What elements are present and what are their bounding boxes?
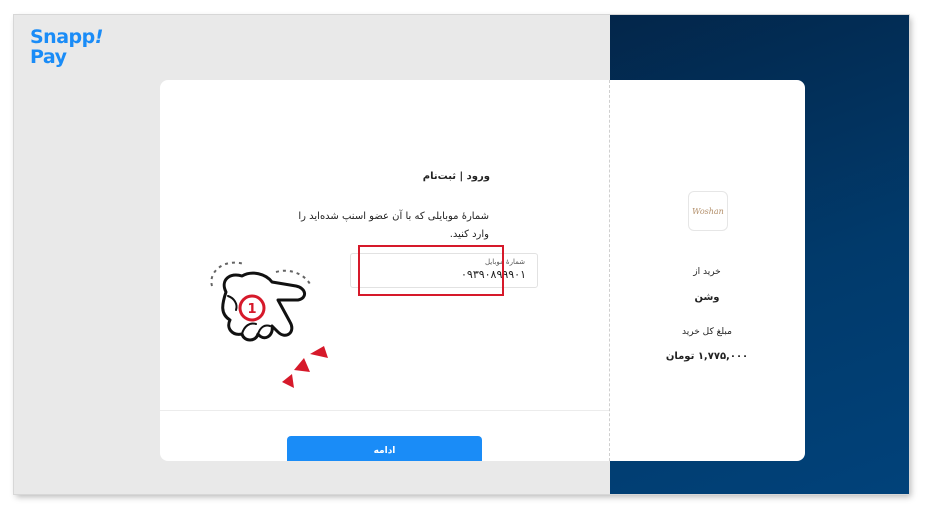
snapp-pay-logo: Snapp! Pay: [30, 27, 103, 67]
click-burst-3: [282, 374, 294, 388]
login-title: ورود | ثبت‌نام: [422, 171, 490, 182]
merchant-name: وشن: [694, 292, 720, 303]
total-amount-label: مبلغ کل خرید: [682, 327, 732, 337]
card-divider-horizontal: [160, 410, 609, 411]
browser-viewport: Snapp! Pay ورود | ثبت‌نام شمارهٔ موبایلی…: [14, 15, 909, 494]
click-burst-2: [310, 346, 328, 358]
logo-mark: !: [94, 26, 104, 48]
pointing-hand-icon: 1: [210, 261, 328, 388]
buy-from-label: خرید از: [693, 267, 721, 277]
merchant-logo: Woshan: [688, 191, 728, 231]
highlight-box: [358, 245, 504, 296]
login-instruction: شمارهٔ موبایلی که با آن عضو اسنپ شده‌اید…: [298, 211, 489, 240]
continue-button[interactable]: ادامه: [287, 436, 482, 461]
total-amount-value: ۱,۷۷۵,۰۰۰ تومان: [665, 351, 749, 362]
logo-line1: Snapp: [30, 26, 95, 48]
click-burst-1: [294, 358, 310, 372]
step-number: 1: [247, 302, 256, 317]
logo-line2: Pay: [30, 46, 67, 68]
